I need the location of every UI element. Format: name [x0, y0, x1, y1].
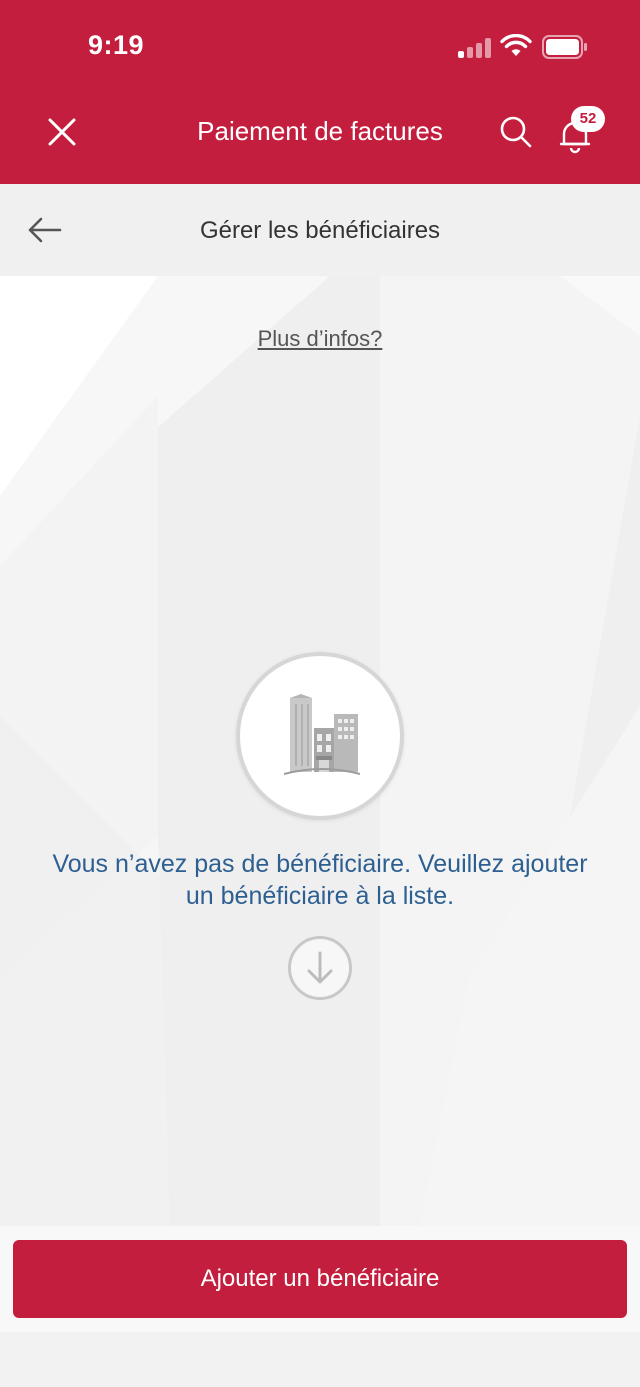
- status-bar: 9:19: [0, 0, 640, 90]
- subheader-title: Gérer les bénéficiaires: [199, 217, 441, 244]
- page-title: Paiement de factures: [197, 116, 443, 146]
- subheader: Gérer les bénéficiaires: [0, 184, 640, 276]
- empty-state-message: Vous n’avez pas de bénéficiaire. Veuille…: [52, 850, 588, 910]
- app-screen: 9:19 Paiement de factures 52 Gérer les b…: [0, 0, 640, 1387]
- more-info-link[interactable]: Plus d’infos?: [0, 326, 640, 352]
- battery-icon: [542, 35, 587, 59]
- footer: Ajouter un bénéficiaire: [0, 1226, 640, 1387]
- empty-state-illustration: [236, 652, 404, 820]
- status-time: 9:19: [88, 30, 145, 60]
- notification-badge: 52: [571, 106, 605, 132]
- add-beneficiary-button[interactable]: Ajouter un bénéficiaire: [13, 1240, 627, 1318]
- building-icon: [284, 694, 360, 775]
- header-nav: Paiement de factures: [0, 96, 640, 166]
- signal-icon: [458, 36, 492, 58]
- search-icon: [500, 116, 532, 148]
- search-button[interactable]: [494, 110, 538, 154]
- main-content: Plus d’infos? Vous n’avez pas de bénéfic…: [0, 276, 640, 1226]
- scroll-down-button[interactable]: [288, 936, 352, 1000]
- app-header: 9:19 Paiement de factures 52: [0, 0, 640, 184]
- arrow-down-circle-icon: [307, 951, 333, 984]
- wifi-icon: [500, 34, 532, 56]
